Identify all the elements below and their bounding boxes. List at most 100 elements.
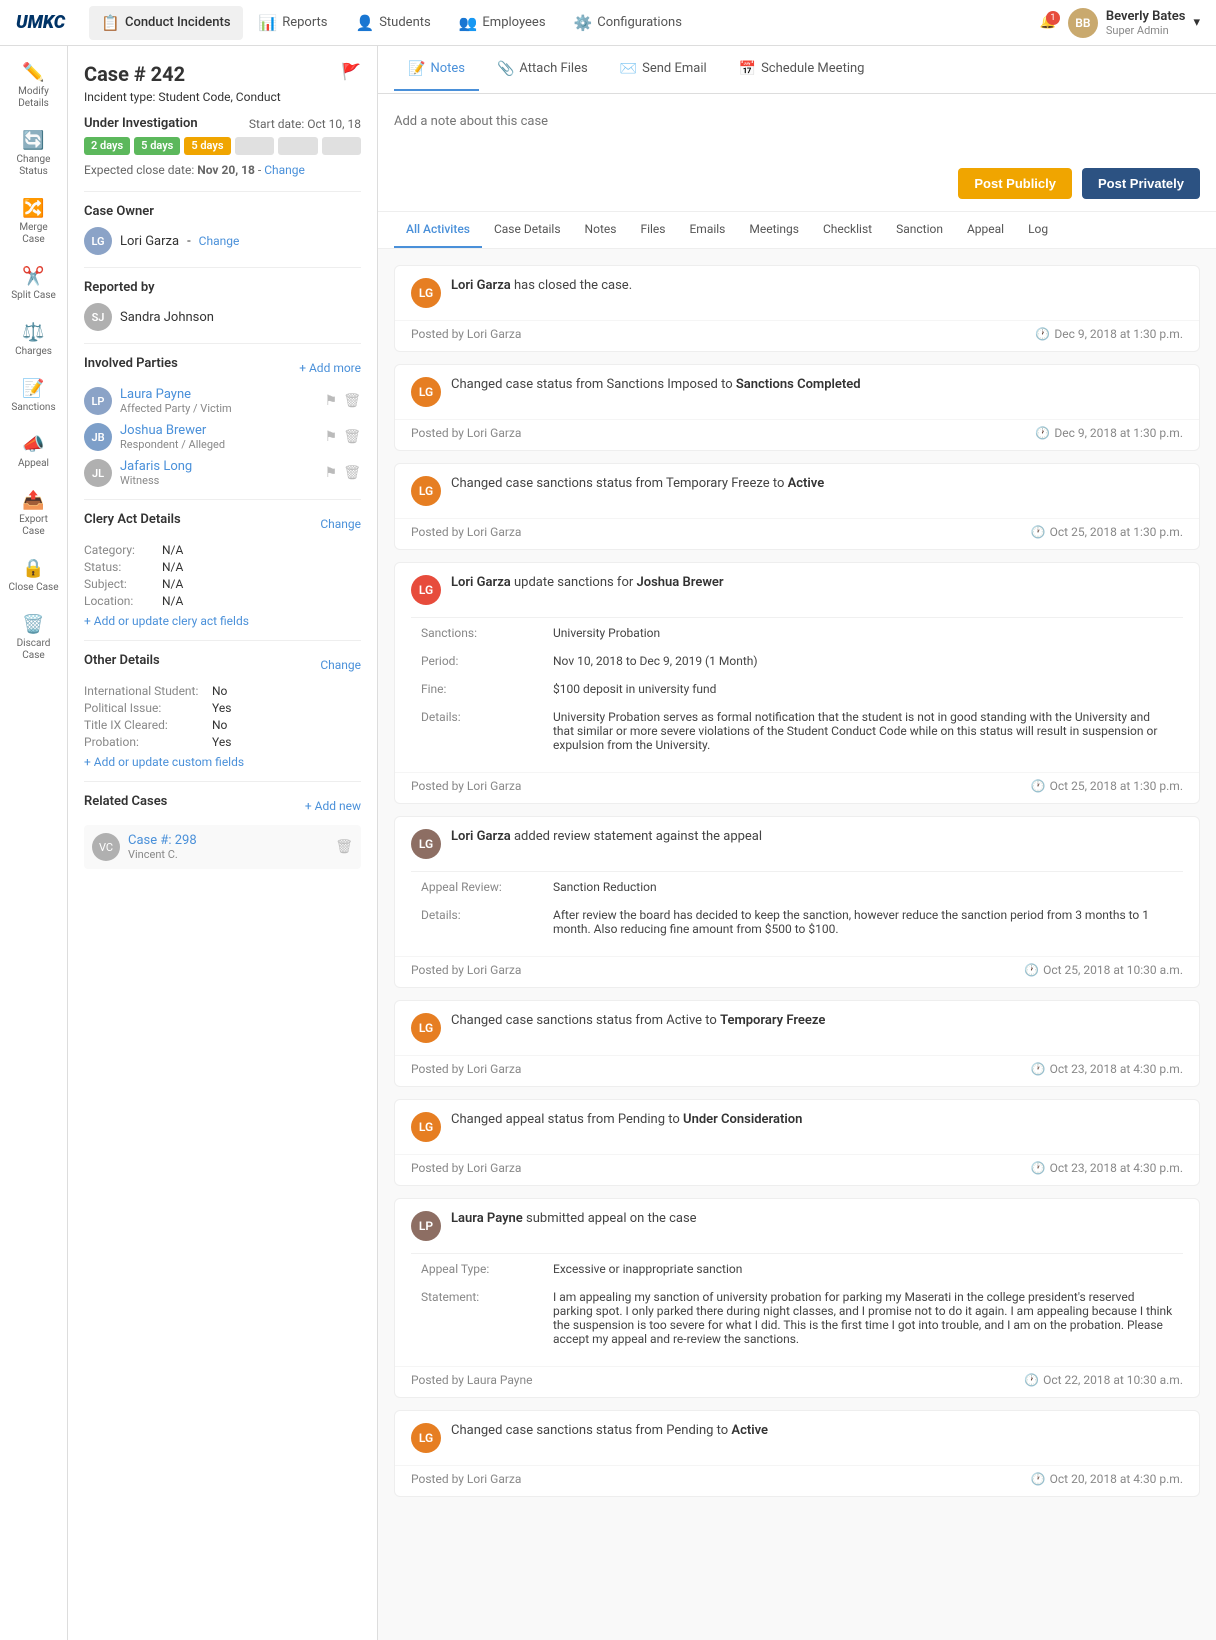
nav-configurations-label: Configurations (597, 15, 682, 30)
activity-avatar-9: LG (411, 1423, 441, 1453)
activity-tab-log[interactable]: Log (1016, 212, 1060, 248)
clery-change-link[interactable]: Change (320, 517, 361, 531)
sidebar-item-appeal[interactable]: 📣 Appeal (4, 426, 64, 478)
party-item-2: JL Jafaris Long Witness ⚑ 🗑 (84, 459, 361, 487)
involved-parties-header: Involved Parties + Add more (84, 356, 361, 379)
clock-icon-4: 🕐 (1031, 779, 1046, 793)
activity-avatar-2: LG (411, 377, 441, 407)
nav-item-reports[interactable]: 📊 Reports (247, 6, 340, 40)
activity-tab-case-details[interactable]: Case Details (482, 212, 573, 248)
activity-tab-meetings[interactable]: Meetings (737, 212, 811, 248)
clock-icon-1: 🕐 (1035, 327, 1050, 341)
user-role: Super Admin (1106, 24, 1186, 37)
activity-footer-4: Posted by Lori Garza 🕐 Oct 25, 2018 at 1… (395, 772, 1199, 803)
nav-item-employees[interactable]: 👥 Employees (447, 6, 558, 40)
add-party-link[interactable]: + Add more (299, 361, 361, 375)
activity-item-5: LG Lori Garza added review statement aga… (394, 816, 1200, 988)
tab-schedule-meeting[interactable]: 📅 Schedule Meeting (725, 49, 879, 91)
sidebar-modify-label: Modify Details (8, 86, 60, 110)
activity-tab-files[interactable]: Files (628, 212, 677, 248)
party-delete-icon-2[interactable]: 🗑 (343, 465, 361, 481)
clery-header: Clery Act Details Change (84, 512, 361, 535)
discard-icon: 🗑️ (22, 614, 44, 635)
party-name-1[interactable]: Joshua Brewer (120, 423, 317, 438)
post-privately-button[interactable]: Post Privately (1082, 168, 1200, 199)
activity-header-3: LG Changed case sanctions status from Te… (395, 464, 1199, 518)
sidebar-item-modify[interactable]: ✏️ Modify Details (4, 54, 64, 118)
related-cases-header: Related Cases + Add new (84, 794, 361, 817)
nav-item-conduct[interactable]: 📋 Conduct Incidents (89, 6, 242, 40)
sidebar-item-change-status[interactable]: 🔄 Change Status (4, 122, 64, 186)
activity-tab-appeal[interactable]: Appeal (955, 212, 1016, 248)
party-delete-icon-0[interactable]: 🗑 (343, 393, 361, 409)
party-name-2[interactable]: Jafaris Long (120, 459, 317, 474)
sidebar-item-sanctions[interactable]: 📝 Sanctions (4, 370, 64, 422)
sidebar-item-close[interactable]: 🔒 Close Case (4, 550, 64, 602)
top-navigation: UMKC 📋 Conduct Incidents 📊 Reports 👤 Stu… (0, 0, 1216, 46)
clery-field-0: Category: N/A (84, 543, 361, 557)
note-textarea[interactable] (394, 106, 1200, 156)
sidebar-item-charges[interactable]: ⚖️ Charges (4, 314, 64, 366)
tab-notes[interactable]: 📝 Notes (394, 49, 479, 91)
appeal-type-value: Excessive or inappropriate sanction (545, 1256, 1181, 1282)
appeal-submitted-table: Appeal Type: Excessive or inappropriate … (411, 1253, 1183, 1354)
party-name-0[interactable]: Laura Payne (120, 387, 317, 402)
party-flag-icon-2[interactable]: ⚑ (325, 465, 338, 481)
activity-item-7: LG Changed appeal status from Pending to… (394, 1099, 1200, 1186)
user-menu[interactable]: BB Beverly Bates Super Admin ▾ (1068, 8, 1200, 38)
send-email-tab-icon: ✉️ (620, 61, 637, 77)
activity-footer-9: Posted by Lori Garza 🕐 Oct 20, 2018 at 4… (395, 1465, 1199, 1496)
sanction-value-3: University Probation serves as formal no… (545, 704, 1181, 758)
add-related-case-link[interactable]: + Add new (305, 799, 361, 813)
party-info-2: Jafaris Long Witness (120, 459, 317, 487)
sanction-value-2: $100 deposit in university fund (545, 676, 1181, 702)
expected-close-change-link[interactable]: Change (264, 163, 305, 177)
step-badge-1: 2 days (84, 137, 130, 155)
activity-item-9: LG Changed case sanctions status from Pe… (394, 1410, 1200, 1497)
app-logo: UMKC (16, 12, 65, 33)
activity-posted-by-5: Posted by Lori Garza (411, 963, 521, 977)
post-publicly-button[interactable]: Post Publicly (958, 168, 1072, 199)
activity-tab-notes[interactable]: Notes (573, 212, 629, 248)
charges-icon: ⚖️ (22, 322, 44, 343)
clery-field-3: Location: N/A (84, 594, 361, 608)
clery-add-link[interactable]: + Add or update clery act fields (84, 614, 361, 628)
custom-fields-link[interactable]: + Add or update custom fields (84, 755, 361, 769)
nav-item-students[interactable]: 👤 Students (344, 6, 443, 40)
related-cases-section: Related Cases + Add new VC Case #: 298 V… (84, 794, 361, 869)
step-inactive-3 (322, 137, 362, 155)
owner-change-link[interactable]: Change (199, 234, 240, 248)
party-delete-icon-1[interactable]: 🗑 (343, 429, 361, 445)
user-avatar: BB (1068, 8, 1098, 38)
case-title: Case # 242 (84, 62, 185, 86)
tab-attach-files[interactable]: 📎 Attach Files (483, 49, 602, 91)
clery-label: Clery Act Details (84, 512, 181, 527)
nav-item-configurations[interactable]: ⚙️ Configurations (562, 6, 694, 40)
party-flag-icon-0[interactable]: ⚑ (325, 393, 338, 409)
tab-send-email[interactable]: ✉️ Send Email (606, 49, 721, 91)
activity-tab-sanction[interactable]: Sanction (884, 212, 955, 248)
notifications-bell[interactable]: 🔔 1 (1040, 15, 1056, 30)
sidebar-item-discard[interactable]: 🗑️ Discard Case (4, 606, 64, 670)
intl-student-value: No (212, 684, 227, 698)
title-ix-label: Title IX Cleared: (84, 718, 204, 732)
activity-tab-all[interactable]: All Activites (394, 212, 482, 248)
activity-tab-emails[interactable]: Emails (677, 212, 737, 248)
sidebar-item-export[interactable]: 📤 Export Case (4, 482, 64, 546)
appeal-submitted-row-0: Appeal Type: Excessive or inappropriate … (413, 1256, 1181, 1282)
related-case-link[interactable]: Case #: 298 (128, 833, 197, 848)
nav-conduct-label: Conduct Incidents (125, 15, 231, 30)
party-flag-icon-1[interactable]: ⚑ (325, 429, 338, 445)
activity-item-6: LG Changed case sanctions status from Ac… (394, 1000, 1200, 1087)
sanctions-icon: 📝 (22, 378, 44, 399)
other-details-change-link[interactable]: Change (320, 658, 361, 672)
related-case-info: Case #: 298 Vincent C. (128, 833, 327, 861)
flag-icon[interactable]: 🚩 (341, 62, 361, 81)
split-icon: ✂️ (22, 266, 44, 287)
related-case-delete-icon[interactable]: 🗑 (335, 839, 353, 855)
activity-avatar-3: LG (411, 476, 441, 506)
sidebar-item-merge[interactable]: 🔀 Merge Case (4, 190, 64, 254)
sidebar-item-split[interactable]: ✂️ Split Case (4, 258, 64, 310)
activity-tab-checklist[interactable]: Checklist (811, 212, 884, 248)
party-avatar-2: JL (84, 459, 112, 487)
